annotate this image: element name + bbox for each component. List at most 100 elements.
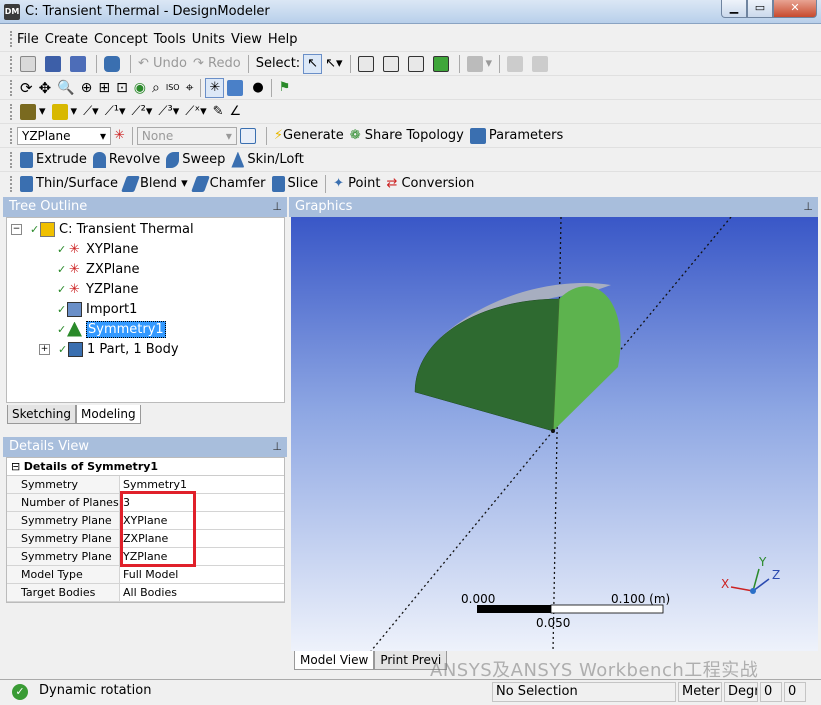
menu-tools[interactable]: Tools	[154, 32, 192, 47]
zoom-box-button[interactable]: ⊞	[95, 78, 113, 98]
extrude-button[interactable]: Extrude	[17, 150, 90, 170]
tree-root[interactable]: − ✓ C: Transient Thermal	[11, 220, 194, 238]
tab-modeling[interactable]: Modeling	[76, 405, 141, 424]
chamfer-button[interactable]: Chamfer	[190, 174, 269, 194]
collapse-icon[interactable]: −	[11, 223, 22, 235]
graphics-viewport[interactable]: 0.000 0.050 0.100 (m) X Y Z	[291, 217, 818, 651]
face-select-dropdown[interactable]: ▾	[17, 102, 49, 122]
look-at-button[interactable]: ⚑	[276, 78, 294, 98]
menu-units[interactable]: Units	[192, 32, 231, 47]
new-button[interactable]	[17, 54, 42, 74]
tree-item-import1[interactable]: ✓ Import1	[57, 300, 137, 318]
menu-help[interactable]: Help	[268, 32, 304, 47]
pin-icon[interactable]: ⊥	[803, 197, 813, 217]
body-side-face	[553, 286, 621, 431]
tree-item-symmetry1[interactable]: ✓ Symmetry1	[57, 320, 166, 338]
tree-item-yzplane[interactable]: ✓ ✳ YZPlane	[57, 280, 139, 298]
line-tool-4[interactable]: ⟋³▾	[155, 102, 182, 122]
details-row[interactable]: Model Type Full Model	[7, 566, 284, 584]
line-tool-1[interactable]: ⟋▾	[80, 102, 102, 122]
parameters-button[interactable]: Parameters	[467, 126, 566, 146]
status-angle-units[interactable]: Degr	[724, 682, 758, 702]
select-points-button[interactable]	[355, 54, 380, 74]
line-tool-3[interactable]: ⟋²▾	[129, 102, 156, 122]
select-bodies-button[interactable]	[430, 54, 455, 74]
check-icon: ✓	[30, 222, 40, 236]
generate-button[interactable]: ⚡ Generate	[271, 126, 347, 146]
save-as-icon	[70, 55, 86, 72]
sketch-select[interactable]: None ▾	[136, 126, 237, 145]
display-plane-button[interactable]: ✳	[205, 77, 225, 98]
plane-select[interactable]: YZPlane ▾	[17, 126, 111, 145]
screenshot-button[interactable]	[101, 54, 126, 74]
point-filter-icon	[357, 55, 374, 72]
pan-button[interactable]: ✥	[36, 78, 55, 98]
iso-view-button[interactable]: ISO	[163, 78, 183, 98]
clear-selection-button[interactable]	[529, 54, 554, 74]
skin-loft-button[interactable]: Skin/Loft	[228, 150, 306, 170]
save-button[interactable]	[42, 54, 67, 74]
select-mode-button[interactable]: ↖	[303, 53, 323, 74]
collapse-icon[interactable]: ⊟	[11, 460, 24, 473]
box-select-button[interactable]	[504, 54, 529, 74]
share-topology-button[interactable]: ❁ Share Topology	[347, 126, 467, 146]
line-tool-2[interactable]: ⟋¹▾	[102, 102, 129, 122]
plane-toolbar: YZPlane ▾ ✳ None ▾ ⚡ Generate ❁ Share Topol…	[0, 123, 821, 147]
rotate-button[interactable]: ⟳	[17, 78, 36, 98]
display-model-button[interactable]	[224, 78, 249, 98]
tree-item-xyplane[interactable]: ✓ ✳ XYPlane	[57, 240, 139, 258]
new-plane-button[interactable]: ✳	[111, 126, 128, 146]
previous-view-button[interactable]: ⌕	[149, 78, 163, 98]
expand-icon[interactable]: +	[39, 343, 50, 355]
revolve-button[interactable]: Revolve	[90, 150, 163, 170]
zoom-fit-button[interactable]: ⊡	[113, 78, 131, 98]
look-at-icon: ⚑	[278, 80, 291, 95]
blend-dropdown[interactable]: Blend ▾	[121, 174, 191, 194]
magnifier-button[interactable]: ◉	[131, 78, 149, 98]
menu-view[interactable]: View	[231, 32, 268, 47]
status-units[interactable]: Meter	[678, 682, 722, 702]
details-value[interactable]: Full Model	[120, 566, 284, 583]
save-as-button[interactable]	[67, 54, 92, 74]
edge-filter-icon	[382, 55, 399, 72]
minimize-button[interactable]: ▁	[721, 0, 747, 18]
menu-file[interactable]: File	[17, 32, 45, 47]
select-edges-button[interactable]	[380, 54, 405, 74]
undo-button[interactable]: ↶ Undo	[135, 54, 190, 74]
maximize-button[interactable]: ▭	[747, 0, 773, 18]
tab-sketching[interactable]: Sketching	[7, 405, 76, 424]
thin-surface-button[interactable]: Thin/Surface	[17, 174, 121, 194]
details-title-label: Details of Symmetry1	[23, 460, 159, 473]
sweep-button[interactable]: Sweep	[163, 150, 228, 170]
slice-button[interactable]: Slice	[269, 174, 322, 194]
point-button[interactable]: ✦ Point	[330, 174, 383, 194]
pin-icon[interactable]: ⊥	[272, 437, 282, 457]
redo-button[interactable]: ↷ Redo	[190, 54, 244, 74]
zoom-in-button[interactable]: ⊕	[78, 78, 96, 98]
next-view-button[interactable]: ⌖	[183, 78, 197, 98]
details-row[interactable]: Target Bodies All Bodies	[7, 584, 284, 602]
zoom-button[interactable]: 🔍	[54, 78, 77, 98]
select-faces-button[interactable]	[405, 54, 430, 74]
menu-create[interactable]: Create	[45, 32, 94, 47]
pin-tool[interactable]: ✎	[210, 102, 227, 122]
menu-concept[interactable]: Concept	[94, 32, 154, 47]
display-points-button[interactable]: ●	[249, 78, 266, 98]
line-tool-5[interactable]: ⟋ˣ▾	[182, 102, 209, 122]
select-filter-dropdown[interactable]: ↖▾	[322, 54, 345, 74]
graphics-title: Graphics	[295, 199, 353, 214]
pin-icon[interactable]: ⊥	[272, 197, 282, 217]
new-sketch-button[interactable]	[237, 126, 262, 146]
tree-item-part-body[interactable]: + ✓ 1 Part, 1 Body	[39, 340, 179, 358]
close-button[interactable]: ✕	[773, 0, 817, 18]
tab-model-view[interactable]: Model View	[294, 651, 375, 670]
tree-item-label: XYPlane	[86, 241, 139, 257]
extrude-label: Extrude	[36, 152, 87, 167]
extend-selection-dropdown[interactable]: ▾	[464, 54, 496, 74]
conversion-button[interactable]: ⇄ Conversion	[383, 174, 477, 194]
details-value[interactable]: All Bodies	[120, 584, 284, 601]
body-select-dropdown[interactable]: ▾	[49, 102, 81, 122]
angle-tool[interactable]: ∠	[227, 102, 245, 122]
model-icon	[227, 79, 244, 96]
tree-item-zxplane[interactable]: ✓ ✳ ZXPlane	[57, 260, 139, 278]
